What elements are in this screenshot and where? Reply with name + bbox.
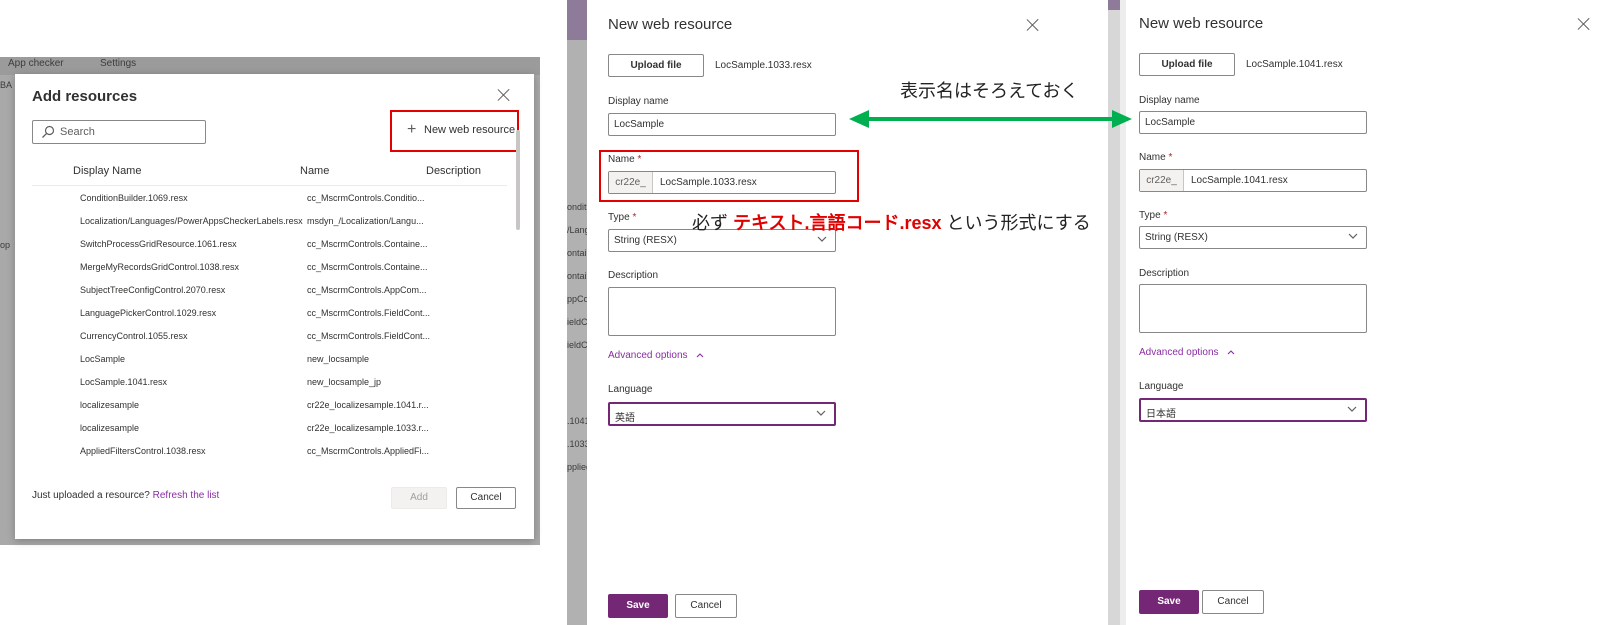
table-row[interactable]: LanguagePickerControl.1029.resx cc_MscrmC… <box>32 302 507 325</box>
dialog-title: Add resources <box>32 88 138 105</box>
type-value: String (RESX) <box>1145 232 1208 243</box>
table-row[interactable]: LocSample new_locsample <box>32 348 507 371</box>
table-row[interactable]: MergeMyRecordsGridControl.1038.resx cc_Ms… <box>32 256 507 279</box>
background-list-fragments: onditio /Langu ontaine ontaine ppCom iel… <box>567 202 587 472</box>
display-name-annotation: 表示名はそろえておく <box>900 81 1079 101</box>
add-button[interactable]: Add <box>391 487 447 509</box>
table-row[interactable]: localizesample cr22e_localizesample.1041.… <box>32 394 507 417</box>
table-row[interactable]: localizesample cr22e_localizesample.1033.… <box>32 417 507 440</box>
name-highlight-box <box>599 150 859 202</box>
dimmed-header <box>1108 0 1120 10</box>
add-resources-dialog: Add resources Search + New web resource … <box>15 74 534 539</box>
close-icon[interactable] <box>1577 17 1591 31</box>
table-row[interactable]: ConditionBuilder.1069.resx cc_MscrmContro… <box>32 187 507 210</box>
header-divider <box>32 185 507 186</box>
table-row[interactable]: LocSample.1041.resx new_locsample_jp <box>32 371 507 394</box>
language-dropdown[interactable]: 日本語 <box>1139 398 1367 422</box>
advanced-options-toggle[interactable]: Advanced options <box>608 350 704 361</box>
chevron-down-icon <box>1348 233 1358 239</box>
display-name-field[interactable]: LocSample <box>1139 111 1367 134</box>
description-label: Description <box>608 270 659 281</box>
background-fragment: BA <box>0 80 13 90</box>
cancel-button[interactable]: Cancel <box>1202 590 1264 614</box>
advanced-options-toggle[interactable]: Advanced options <box>1139 347 1235 358</box>
type-label: Type * <box>608 212 637 223</box>
table-row[interactable]: SubjectTreeConfigControl.2070.resx cc_Msc… <box>32 279 507 302</box>
display-name-field[interactable]: LocSample <box>608 113 836 136</box>
chevron-down-icon <box>1347 406 1357 412</box>
required-marker: * <box>1163 210 1168 221</box>
name-label: Name * <box>1139 152 1173 163</box>
dimmed-background <box>1108 0 1120 625</box>
save-button[interactable]: Save <box>1139 590 1199 614</box>
uploaded-file-name: LocSample.1041.resx <box>1246 59 1343 70</box>
new-web-resource-button[interactable]: + New web resource <box>390 110 519 152</box>
upload-file-button[interactable]: Upload file <box>608 54 704 77</box>
background-fragment: op <box>0 240 11 250</box>
type-dropdown[interactable]: String (RESX) <box>1139 226 1367 249</box>
just-uploaded-note: Just uploaded a resource? Refresh the li… <box>32 490 220 501</box>
required-marker: * <box>632 212 637 223</box>
scrollbar[interactable] <box>516 130 520 230</box>
chevron-up-icon <box>696 353 704 358</box>
uploaded-file-name: LocSample.1033.resx <box>715 60 812 71</box>
language-dropdown[interactable]: 英語 <box>608 402 836 426</box>
language-value: 英語 <box>615 413 635 424</box>
app-checker-item: App checker <box>8 58 64 69</box>
column-header-description[interactable]: Description <box>426 165 481 177</box>
name-field[interactable]: cr22e_ LocSample.1041.resx <box>1139 169 1367 192</box>
description-textarea[interactable] <box>608 287 836 336</box>
display-name-value: LocSample <box>614 119 665 130</box>
close-icon[interactable] <box>1026 18 1040 32</box>
refresh-list-link[interactable]: Refresh the list <box>153 490 220 501</box>
language-value: 日本語 <box>1146 409 1176 420</box>
search-input[interactable]: Search <box>32 120 206 144</box>
language-label: Language <box>608 384 653 395</box>
cancel-button[interactable]: Cancel <box>675 594 737 618</box>
display-name-value: LocSample <box>1145 117 1196 128</box>
column-header-name[interactable]: Name <box>300 165 329 177</box>
name-value: LocSample.1041.resx <box>1191 175 1288 186</box>
panel-title: New web resource <box>1139 15 1264 32</box>
search-icon <box>42 125 55 138</box>
column-header-display-name[interactable]: Display Name <box>73 165 141 177</box>
new-web-resource-panel-japanese: New web resource Upload file LocSample.1… <box>1126 0 1600 625</box>
upload-file-button[interactable]: Upload file <box>1139 53 1235 76</box>
plus-icon: + <box>407 121 417 138</box>
chevron-down-icon <box>817 236 827 242</box>
settings-item: Settings <box>100 58 137 69</box>
type-label: Type * <box>1139 210 1168 221</box>
name-format-annotation: 必ず テキスト.言語コード.resx という形式にする <box>692 213 1091 233</box>
table-row[interactable]: CurrencyControl.1055.resx cc_MscrmControl… <box>32 325 507 348</box>
panel-title: New web resource <box>608 16 733 33</box>
name-format-highlight: テキスト.言語コード.resx <box>733 213 942 233</box>
display-name-label: Display name <box>608 96 669 107</box>
table-row[interactable]: AppliedFiltersControl.1038.resx cc_MscrmC… <box>32 440 507 463</box>
new-web-resource-label: New web resource <box>424 124 516 136</box>
required-marker: * <box>1168 152 1173 163</box>
background-command-bar: App checker Settings <box>0 57 540 75</box>
chevron-up-icon <box>1227 350 1235 355</box>
chevron-down-icon <box>816 410 826 416</box>
type-value: String (RESX) <box>614 235 677 246</box>
double-arrow-icon <box>849 110 1132 128</box>
cancel-button[interactable]: Cancel <box>456 487 516 509</box>
table-row[interactable]: Localization/Languages/PowerAppsCheckerL… <box>32 210 507 233</box>
search-placeholder: Search <box>60 126 95 138</box>
table-row[interactable]: SwitchProcessGridResource.1061.resx cc_Ms… <box>32 233 507 256</box>
display-name-label: Display name <box>1139 95 1200 106</box>
close-icon[interactable] <box>497 88 511 102</box>
language-label: Language <box>1139 381 1184 392</box>
description-label: Description <box>1139 268 1190 279</box>
publisher-prefix: cr22e_ <box>1140 170 1184 191</box>
scrollbar-thumb[interactable] <box>516 130 520 230</box>
save-button[interactable]: Save <box>608 594 668 618</box>
description-textarea[interactable] <box>1139 284 1367 333</box>
